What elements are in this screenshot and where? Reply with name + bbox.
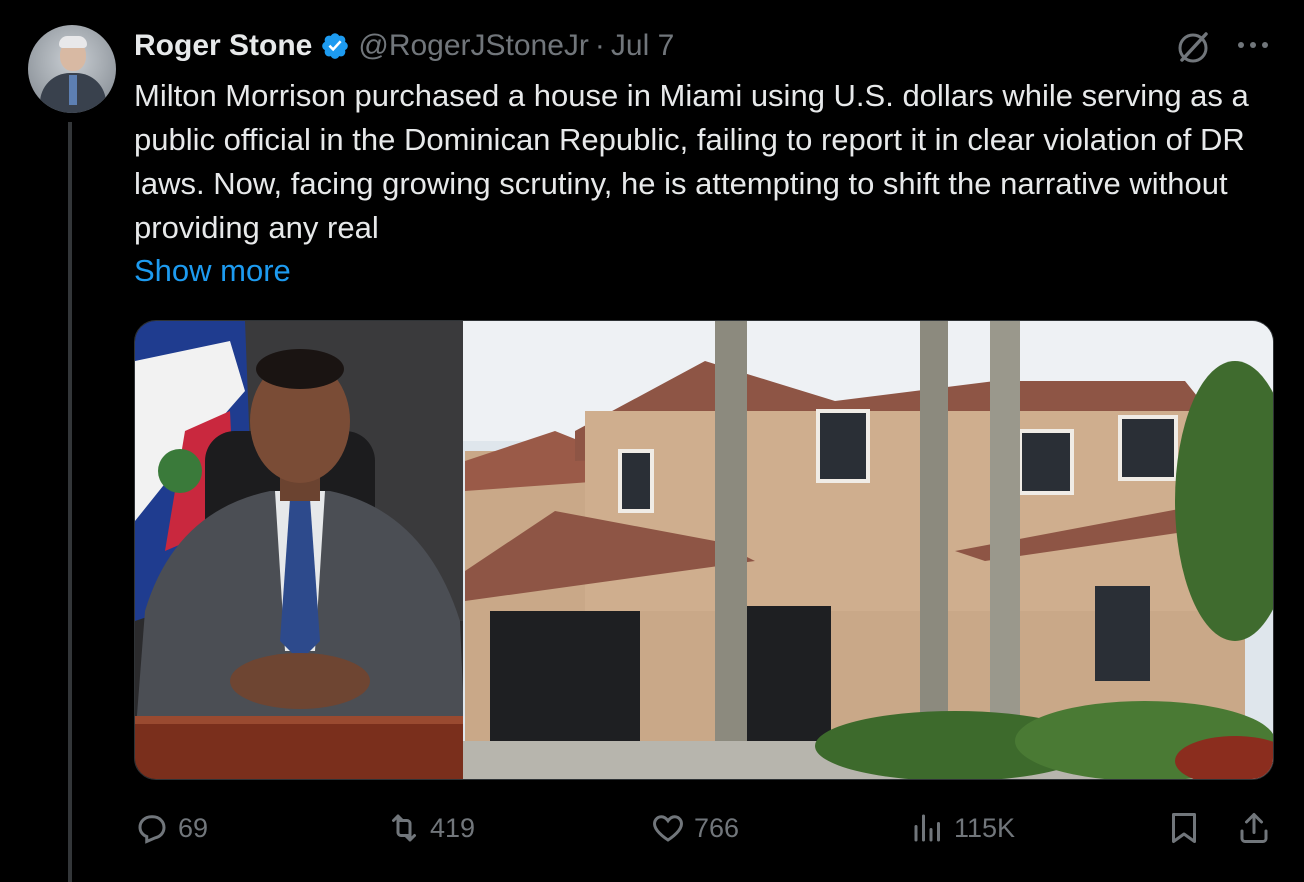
views-count: 115K: [954, 812, 1016, 843]
tweet-text: Milton Morrison purchased a house in Mia…: [134, 78, 1249, 245]
verified-badge-icon[interactable]: [320, 31, 350, 61]
more-icon[interactable]: [1236, 40, 1270, 50]
repost-icon: [392, 814, 416, 842]
tweet-header: Roger Stone @RogerJStoneJr · Jul 7: [134, 26, 674, 66]
views-button[interactable]: 115K: [910, 810, 1015, 846]
bookmark-button[interactable]: [1166, 810, 1210, 846]
share-button[interactable]: [1236, 810, 1280, 846]
share-icon: [1240, 813, 1268, 843]
views-icon: [914, 814, 940, 842]
separator: ·: [594, 29, 605, 62]
author-handle[interactable]: @RogerJStoneJr: [358, 29, 589, 63]
author-name[interactable]: Roger Stone: [134, 29, 312, 63]
official-photo: [135, 321, 465, 779]
like-button[interactable]: 766: [650, 810, 739, 846]
tweet-date[interactable]: Jul 7: [611, 29, 674, 63]
grok-icon[interactable]: [1174, 28, 1212, 66]
like-icon: [653, 815, 683, 842]
repost-count: 419: [430, 812, 476, 843]
show-more-link[interactable]: Show more: [134, 249, 291, 293]
reply-button[interactable]: 69: [134, 810, 208, 846]
house-photo: [463, 321, 1273, 779]
reply-count: 69: [178, 812, 209, 843]
repost-button[interactable]: 419: [386, 810, 475, 846]
action-bar: 69 419 766 115K: [0, 800, 1304, 860]
reply-icon: [138, 815, 166, 844]
like-count: 766: [694, 812, 740, 843]
tweet-media[interactable]: [134, 320, 1274, 780]
thread-line: [68, 122, 72, 882]
avatar[interactable]: [28, 25, 116, 113]
bookmark-icon: [1172, 813, 1196, 843]
